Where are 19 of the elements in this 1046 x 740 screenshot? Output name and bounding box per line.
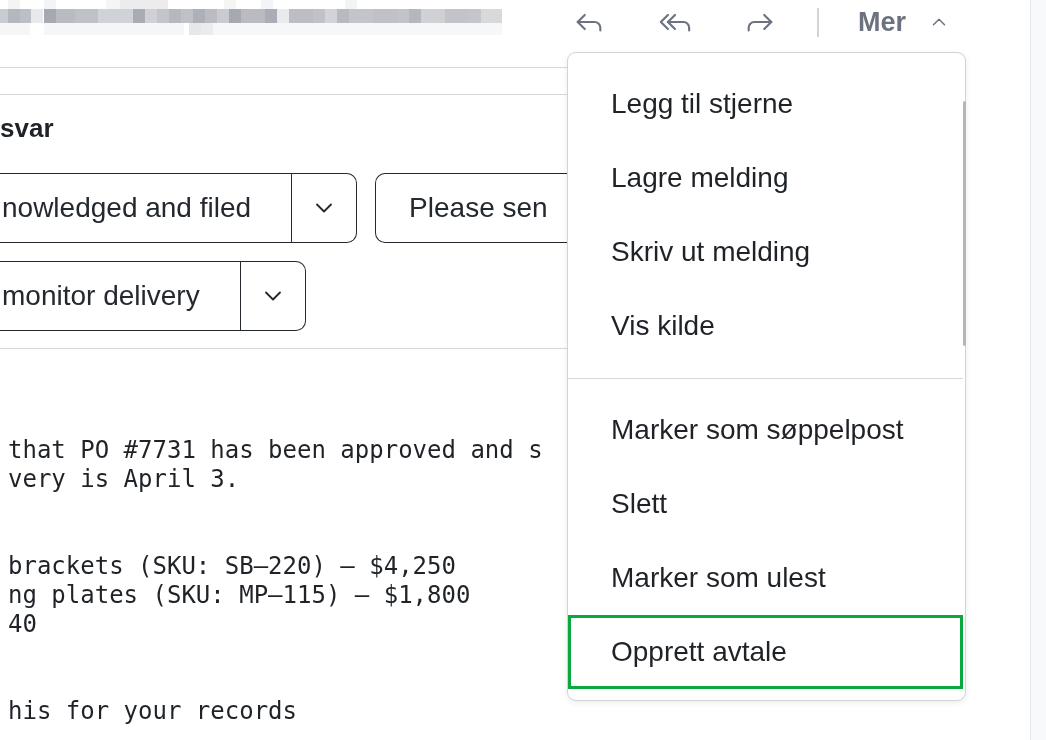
menu-item[interactable]: Lagre melding [568, 141, 963, 215]
menu-item[interactable]: Marker som ulest [568, 541, 963, 615]
menu-item[interactable]: Slett [568, 467, 963, 541]
menu-item[interactable]: Opprett avtale [568, 615, 963, 689]
menu-item[interactable]: Legg til stjerne [568, 67, 963, 141]
suggested-reply-button[interactable]: nowledged and filed [0, 173, 293, 243]
message-text: that PO #7731 has been approved and s very is April 3. [8, 436, 543, 494]
message-text: brackets (SKU: SB–220) – $4,250 ng plates (SKU: MP–115) – $1,800 40 [8, 552, 471, 639]
suggested-reply-button[interactable]: monitor delivery [0, 261, 241, 331]
scrollbar-thumb[interactable] [963, 101, 966, 346]
more-button[interactable]: Mer [839, 1, 960, 43]
menu-item[interactable]: Vis kilde [568, 289, 963, 363]
menu-item[interactable]: Marker som søppelpost [568, 393, 963, 467]
reply-options-button[interactable] [240, 261, 306, 331]
reply-options-button[interactable] [292, 173, 358, 243]
suggested-reply-button[interactable]: Please sen [375, 173, 567, 243]
message-text: his for your records [8, 697, 297, 726]
section-heading: svar [0, 113, 54, 143]
menu-item[interactable]: Skriv ut melding [568, 215, 963, 289]
